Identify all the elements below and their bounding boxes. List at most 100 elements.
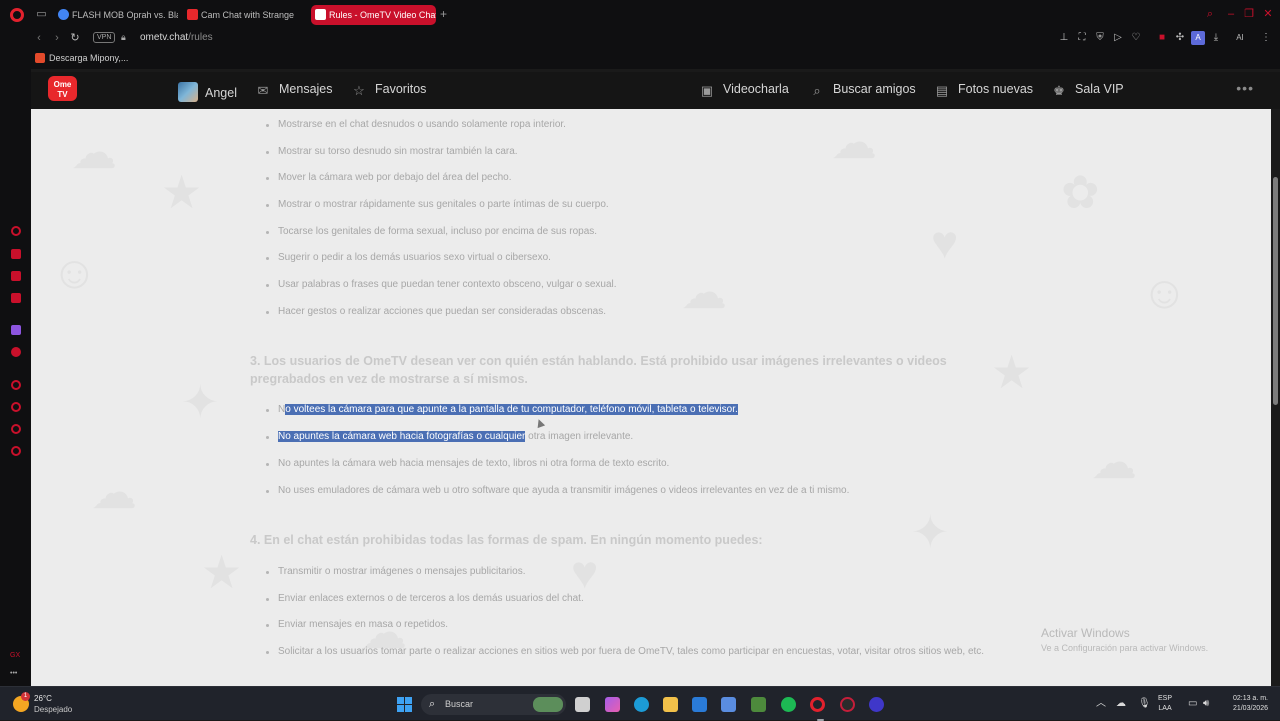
close-window-button[interactable]: ✕ bbox=[1262, 8, 1274, 20]
nav-new-photos[interactable]: ▤ Fotos nuevas bbox=[934, 82, 1033, 98]
windows-taskbar: 1 26°C Despejado ⌕ Buscar ︿ ☁ 🎙︎ ESP LAA… bbox=[0, 686, 1280, 721]
file-explorer-icon[interactable] bbox=[663, 697, 678, 712]
download-icon[interactable]: ⤓ bbox=[1210, 32, 1222, 44]
selected-text: o voltees la cámara para que apunte a la… bbox=[285, 404, 738, 415]
copilot-icon[interactable] bbox=[605, 697, 620, 712]
tab-flash-mob[interactable]: FLASH MOB Oprah vs. Bla bbox=[54, 5, 178, 25]
bookmark-label: Descarga Mipony,... bbox=[49, 53, 129, 63]
ometv-logo[interactable]: Ome TV bbox=[48, 76, 77, 101]
maximize-button[interactable]: ❐ bbox=[1243, 8, 1255, 20]
decorative-doodle-icon: ☁ bbox=[71, 126, 117, 178]
extension-badge-icon[interactable]: ■ bbox=[1156, 32, 1168, 44]
sidebar-clock-icon[interactable] bbox=[11, 402, 21, 412]
search-icon: ⌕ bbox=[813, 83, 821, 98]
back-button[interactable]: ‹ bbox=[32, 31, 46, 45]
scrollbar-thumb[interactable] bbox=[1273, 177, 1278, 405]
extensions-puzzle-icon[interactable]: ✣ bbox=[1174, 32, 1186, 44]
list-item: Enviar mensajes en masa o repetidos. bbox=[265, 619, 449, 630]
url-field[interactable]: ometv.chat/rules bbox=[140, 32, 213, 43]
decorative-doodle-icon: ☁ bbox=[91, 466, 137, 518]
decorative-doodle-icon: ☺ bbox=[51, 246, 98, 298]
list-item: No voltees la cámara para que apunte a l… bbox=[266, 404, 738, 415]
weather-condition: Despejado bbox=[34, 705, 73, 714]
player-icon[interactable]: ▷ bbox=[1112, 32, 1124, 44]
nav-favorites[interactable]: ☆ Favoritos bbox=[351, 82, 426, 98]
sidebar-history-icon[interactable] bbox=[11, 226, 21, 236]
more-options-button[interactable]: ••• bbox=[1236, 80, 1254, 96]
new-tab-button[interactable]: + bbox=[440, 8, 447, 20]
minecraft-icon[interactable] bbox=[751, 697, 766, 712]
favorites-heart-icon[interactable]: ♡ bbox=[1130, 32, 1142, 44]
search-tabs-icon[interactable]: ⌕ bbox=[1204, 8, 1216, 20]
forward-button[interactable]: › bbox=[50, 31, 64, 45]
watermark-subtitle: Ve a Configuración para activar Windows. bbox=[1041, 643, 1209, 653]
nav-find-friends[interactable]: ⌕ Buscar amigos bbox=[809, 82, 915, 98]
nav-videochat[interactable]: ▣ Videocharla bbox=[699, 82, 789, 98]
edge-icon[interactable] bbox=[634, 697, 649, 712]
vpn-badge[interactable]: VPN bbox=[93, 32, 116, 43]
app-icon[interactable] bbox=[869, 697, 884, 712]
start-button[interactable] bbox=[397, 697, 412, 712]
opera-gx-icon[interactable] bbox=[810, 697, 825, 721]
sidebar-refresh-icon[interactable] bbox=[11, 424, 21, 434]
nav-profile[interactable]: Angel bbox=[178, 82, 237, 102]
sidebar-twitch-icon[interactable] bbox=[11, 325, 21, 335]
display-icon[interactable]: ▭ bbox=[1188, 698, 1197, 710]
sidebar-more-icon[interactable]: ••• bbox=[10, 670, 17, 677]
vip-icon: ♚ bbox=[1053, 83, 1065, 98]
list-item: Enviar enlaces externos o de terceros a … bbox=[266, 593, 584, 604]
photos-icon: ▤ bbox=[935, 83, 949, 98]
weather-temperature: 26°C bbox=[34, 694, 52, 703]
mouse-cursor-icon bbox=[534, 417, 546, 429]
logo-line-1: Ome bbox=[53, 80, 72, 89]
sidebar-media-icon[interactable] bbox=[11, 347, 21, 357]
reload-button[interactable]: ↻ bbox=[68, 31, 82, 45]
ometv-favicon-icon bbox=[187, 9, 198, 20]
watermark-title: Activar Windows bbox=[1041, 626, 1130, 640]
page-scrollbar[interactable] bbox=[1271, 109, 1280, 686]
outlook-icon[interactable] bbox=[721, 697, 736, 712]
volume-icon[interactable]: 🔊︎ bbox=[1203, 698, 1209, 710]
adblock-shield-icon[interactable]: ⛨ bbox=[1094, 32, 1106, 44]
sidebar-mail-icon[interactable] bbox=[11, 293, 21, 303]
app-icon[interactable] bbox=[840, 697, 855, 712]
tab-rules-ometv[interactable]: Rules - OmeTV Video Chat bbox=[311, 5, 436, 25]
list-item: Mostrar o mostrar rápidamente sus genita… bbox=[266, 199, 609, 210]
snapshot-icon[interactable]: ⛶ bbox=[1076, 32, 1088, 44]
profile-avatar[interactable]: A bbox=[1191, 31, 1205, 45]
minimize-button[interactable]: – bbox=[1225, 8, 1237, 20]
sidebar-shop-icon[interactable] bbox=[11, 249, 21, 259]
microphone-icon[interactable]: 🎙︎ bbox=[1138, 698, 1151, 710]
language-indicator[interactable]: ESP LAA bbox=[1158, 694, 1172, 714]
list-item: No uses emuladores de cámara web u otro … bbox=[265, 485, 850, 496]
tray-chevron-icon[interactable]: ︿ bbox=[1096, 698, 1106, 710]
tray-network-icon[interactable]: ☁ bbox=[1116, 698, 1126, 710]
sidebar-gx-label[interactable]: GX bbox=[10, 652, 20, 659]
nav-vip-room[interactable]: ♚ Sala VIP bbox=[1051, 82, 1123, 98]
sidebar-player-icon[interactable] bbox=[11, 380, 21, 390]
browser-menu-icon[interactable]: ⋮ bbox=[1260, 32, 1272, 44]
tab-cam-chat[interactable]: Cam Chat with Strange bbox=[183, 5, 305, 25]
pin-icon[interactable]: ⊥ bbox=[1058, 32, 1070, 44]
task-view-icon[interactable] bbox=[575, 697, 590, 712]
nav-messages[interactable]: ✉ Mensajes bbox=[255, 82, 333, 98]
list-item: Solicitar a los usuarios tomar parte o r… bbox=[265, 646, 985, 657]
bookmark-item[interactable]: Descarga Mipony,... bbox=[35, 53, 128, 63]
avatar bbox=[178, 82, 198, 102]
list-item: Tocarse los genitales de forma sexual, i… bbox=[265, 226, 598, 237]
sidebar-messenger-icon[interactable] bbox=[11, 271, 21, 281]
lock-icon[interactable]: 🔒︎ bbox=[121, 32, 126, 43]
activate-windows-watermark: Activar Windows Ve a Configuración para … bbox=[1041, 626, 1208, 653]
opera-menu-icon[interactable] bbox=[10, 8, 24, 22]
taskbar-search[interactable]: ⌕ Buscar bbox=[421, 694, 566, 715]
spotify-icon[interactable] bbox=[781, 697, 796, 712]
store-icon[interactable] bbox=[692, 697, 707, 712]
sidebar-settings-icon[interactable] bbox=[11, 446, 21, 456]
site-header: Ome TV Angel ✉ Mensajes ☆ Favoritos ▣ Video… bbox=[31, 72, 1280, 109]
windows-logo-icon bbox=[397, 705, 404, 712]
list-item: Hacer gestos o realizar acciones que pue… bbox=[266, 306, 606, 317]
ai-button[interactable]: AI bbox=[1230, 32, 1250, 44]
system-clock[interactable]: 02:13 a. m. 21/03/2026 bbox=[1220, 694, 1268, 714]
tab-title: FLASH MOB Oprah vs. Bla bbox=[72, 10, 178, 20]
workspaces-icon[interactable]: ▭ bbox=[35, 8, 48, 21]
